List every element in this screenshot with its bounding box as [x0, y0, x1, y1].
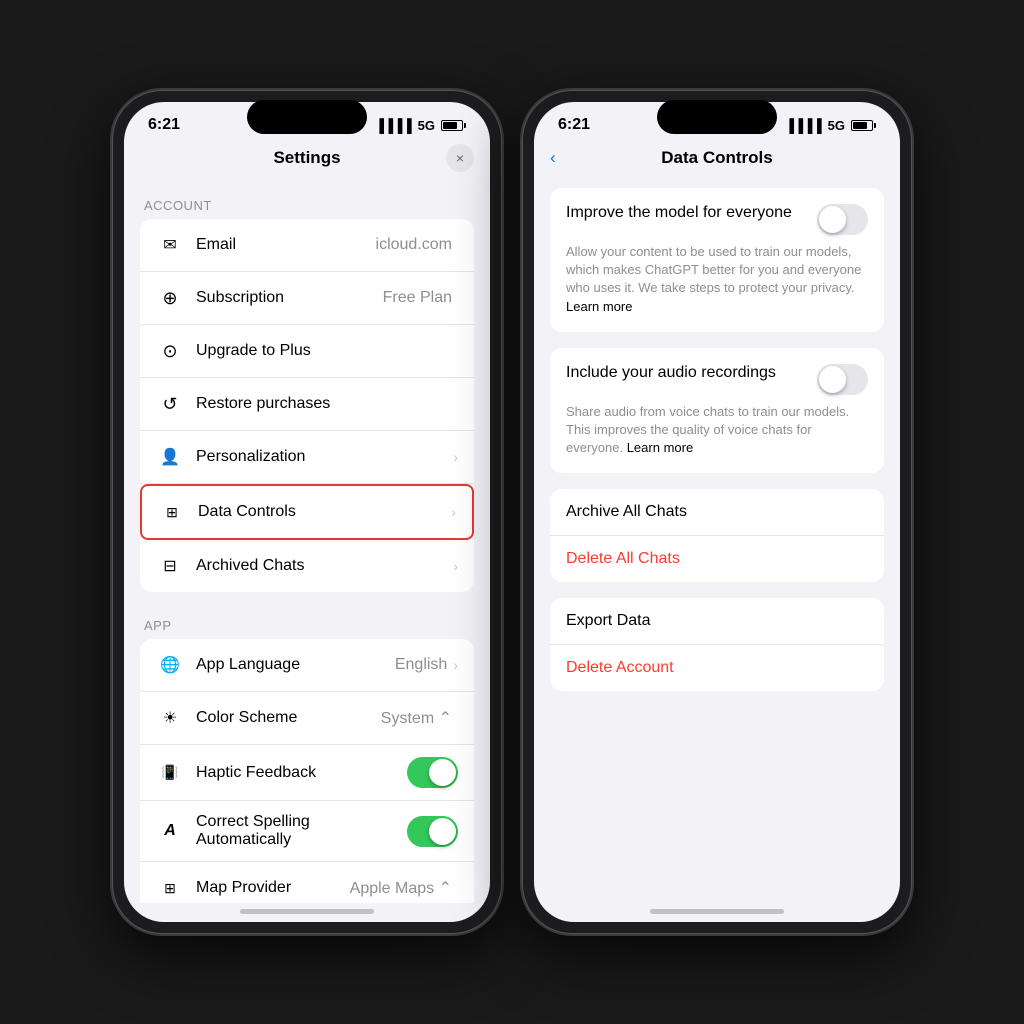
- improve-model-desc: Allow your content to be used to train o…: [566, 243, 868, 316]
- status-icons-right: ▐▐▐▐ 5G: [785, 118, 876, 133]
- upgrade-icon: ⊙: [156, 337, 184, 365]
- upgrade-label: Upgrade to Plus: [196, 342, 458, 360]
- haptic-feedback-icon: 📳: [156, 759, 184, 787]
- settings-scroll[interactable]: ACCOUNT ✉ Email icloud.com ⊕ Subscriptio…: [124, 176, 490, 903]
- signal-icon-left: ▐▐▐▐: [375, 118, 412, 133]
- improve-model-row: Improve the model for everyone: [566, 204, 868, 235]
- data-controls-chevron: ›: [451, 504, 456, 520]
- back-button[interactable]: ‹: [550, 148, 556, 168]
- subscription-label: Subscription: [196, 289, 383, 307]
- audio-recordings-row: Include your audio recordings: [566, 364, 868, 395]
- archived-chats-row[interactable]: ⊟ Archived Chats ›: [140, 540, 474, 592]
- battery-left: [441, 120, 466, 131]
- account-actions-group: Export Data Delete Account: [550, 598, 884, 691]
- signal-icon-right: ▐▐▐▐: [785, 118, 822, 133]
- audio-recordings-learn-more[interactable]: Learn more: [627, 440, 693, 455]
- color-scheme-value: System ⌃: [381, 708, 452, 728]
- subscription-row[interactable]: ⊕ Subscription Free Plan: [140, 272, 474, 325]
- haptic-feedback-toggle[interactable]: [407, 757, 458, 788]
- right-phone: 6:21 ▐▐▐▐ 5G ‹ Data Controls: [522, 90, 912, 934]
- spelling-row[interactable]: A Correct Spelling Automatically: [140, 801, 474, 862]
- export-data-button[interactable]: Export Data: [550, 598, 884, 645]
- map-provider-row[interactable]: ⊞ Map Provider Apple Maps ⌃: [140, 862, 474, 903]
- archived-chats-chevron: ›: [453, 558, 458, 574]
- archive-all-chats-button[interactable]: Archive All Chats: [550, 489, 884, 536]
- account-group: ✉ Email icloud.com ⊕ Subscription Free P…: [140, 219, 474, 592]
- app-language-value: English: [395, 656, 447, 674]
- left-phone: 6:21 ▐▐▐▐ 5G Settings ×: [112, 90, 502, 934]
- personalization-icon: 👤: [156, 443, 184, 471]
- improve-model-toggle[interactable]: [817, 204, 868, 235]
- app-group: 🌐 App Language English › ☀ Color Scheme …: [140, 639, 474, 903]
- audio-recordings-card: Include your audio recordings Share audi…: [550, 348, 884, 474]
- phones-container: 6:21 ▐▐▐▐ 5G Settings ×: [112, 90, 912, 934]
- data-controls-label: Data Controls: [198, 503, 451, 521]
- audio-recordings-toggle[interactable]: [817, 364, 868, 395]
- data-controls-scroll[interactable]: Improve the model for everyone Allow you…: [534, 176, 900, 903]
- improve-model-learn-more[interactable]: Learn more: [566, 299, 632, 314]
- map-provider-icon: ⊞: [156, 874, 184, 902]
- home-indicator-left: [240, 909, 374, 914]
- color-scheme-label: Color Scheme: [196, 709, 381, 727]
- improve-model-card: Improve the model for everyone Allow you…: [550, 188, 884, 332]
- delete-account-button[interactable]: Delete Account: [550, 645, 884, 691]
- settings-title: Settings: [273, 148, 340, 168]
- app-language-chevron: ›: [453, 657, 458, 673]
- close-button[interactable]: ×: [446, 144, 474, 172]
- right-screen: 6:21 ▐▐▐▐ 5G ‹ Data Controls: [534, 102, 900, 922]
- app-section-header: APP: [124, 612, 490, 639]
- time-left: 6:21: [148, 116, 180, 134]
- nav-header-left: Settings ×: [124, 140, 490, 176]
- home-indicator-right: [650, 909, 784, 914]
- network-right: 5G: [828, 118, 845, 133]
- personalization-label: Personalization: [196, 448, 453, 466]
- restore-row[interactable]: ↺ Restore purchases: [140, 378, 474, 431]
- restore-icon: ↺: [156, 390, 184, 418]
- spelling-label: Correct Spelling Automatically: [196, 813, 407, 849]
- data-controls-row[interactable]: ⊞ Data Controls ›: [140, 484, 474, 540]
- archived-chats-label: Archived Chats: [196, 557, 453, 575]
- dynamic-island-right: [657, 100, 777, 134]
- upgrade-row[interactable]: ⊙ Upgrade to Plus: [140, 325, 474, 378]
- left-screen: 6:21 ▐▐▐▐ 5G Settings ×: [124, 102, 490, 922]
- audio-recordings-desc: Share audio from voice chats to train ou…: [566, 403, 868, 458]
- haptic-feedback-row[interactable]: 📳 Haptic Feedback: [140, 745, 474, 801]
- app-language-label: App Language: [196, 656, 395, 674]
- personalization-row[interactable]: 👤 Personalization ›: [140, 431, 474, 484]
- haptic-feedback-label: Haptic Feedback: [196, 764, 407, 782]
- email-label: Email: [196, 236, 376, 254]
- color-scheme-row[interactable]: ☀ Color Scheme System ⌃: [140, 692, 474, 745]
- map-provider-label: Map Provider: [196, 879, 350, 897]
- email-row[interactable]: ✉ Email icloud.com: [140, 219, 474, 272]
- back-chevron-icon: ‹: [550, 148, 556, 168]
- spelling-toggle[interactable]: [407, 816, 458, 847]
- archived-chats-icon: ⊟: [156, 552, 184, 580]
- email-icon: ✉: [156, 231, 184, 259]
- app-language-icon: 🌐: [156, 651, 184, 679]
- subscription-value: Free Plan: [383, 289, 452, 307]
- data-controls-title: Data Controls: [661, 148, 772, 168]
- improve-model-title: Improve the model for everyone: [566, 204, 792, 222]
- nav-header-right: ‹ Data Controls: [534, 140, 900, 176]
- time-right: 6:21: [558, 116, 590, 134]
- spelling-icon: A: [156, 817, 184, 845]
- data-controls-icon: ⊞: [158, 498, 186, 526]
- email-value: icloud.com: [376, 236, 452, 254]
- personalization-chevron: ›: [453, 449, 458, 465]
- chat-actions-group: Archive All Chats Delete All Chats: [550, 489, 884, 582]
- status-icons-left: ▐▐▐▐ 5G: [375, 118, 466, 133]
- app-language-row[interactable]: 🌐 App Language English ›: [140, 639, 474, 692]
- network-left: 5G: [418, 118, 435, 133]
- subscription-icon: ⊕: [156, 284, 184, 312]
- color-scheme-icon: ☀: [156, 704, 184, 732]
- delete-all-chats-button[interactable]: Delete All Chats: [550, 536, 884, 582]
- battery-right: [851, 120, 876, 131]
- dynamic-island-left: [247, 100, 367, 134]
- restore-label: Restore purchases: [196, 395, 458, 413]
- close-icon: ×: [456, 150, 464, 166]
- account-section-header: ACCOUNT: [124, 192, 490, 219]
- map-provider-value: Apple Maps ⌃: [350, 878, 452, 898]
- audio-recordings-title: Include your audio recordings: [566, 364, 776, 382]
